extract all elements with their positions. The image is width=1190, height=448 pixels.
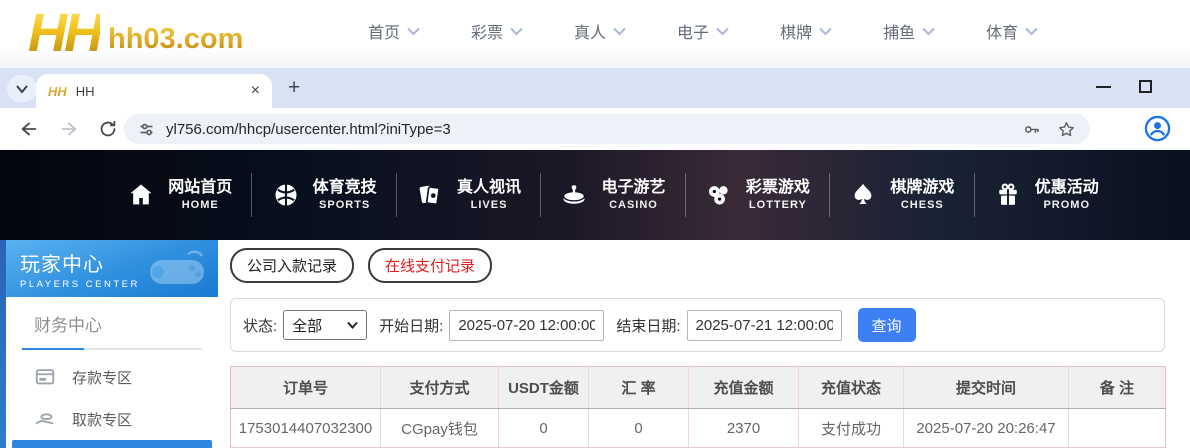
top-menu-item-slots[interactable]: 电子	[677, 19, 729, 43]
tab-favicon-icon: HH	[48, 84, 67, 99]
table-header-row: 订单号 支付方式 USDT金额 汇 率 充值金额 充值状态 提交时间 备 注	[231, 367, 1166, 409]
records-table: 订单号 支付方式 USDT金额 汇 率 充值金额 充值状态 提交时间 备 注 1…	[230, 366, 1166, 448]
chevron-down-icon	[407, 27, 420, 36]
records-table-panel: 订单号 支付方式 USDT金额 汇 率 充值金额 充值状态 提交时间 备 注 1…	[230, 366, 1165, 448]
col-remarks: 备 注	[1069, 367, 1166, 409]
withdraw-hand-icon	[34, 408, 56, 430]
top-menu: 首页 彩票 真人 电子 棋牌 捕鱼	[368, 0, 1038, 62]
record-type-tabs: 公司入款记录 在线支付记录	[230, 248, 492, 283]
tab-title: HH	[76, 84, 95, 99]
nav-item-lives[interactable]: 真人视讯LIVES	[397, 178, 540, 212]
col-recharge-amount: 充值金额	[689, 367, 799, 409]
cell-recharge-amount: 2370	[689, 409, 799, 448]
sidebar: 玩家中心 PLAYERS CENTER 财务中心 存款专区	[6, 240, 218, 448]
new-tab-button[interactable]: +	[288, 76, 300, 100]
top-menu-item-chess[interactable]: 棋牌	[780, 19, 832, 43]
start-date-label: 开始日期:	[379, 315, 443, 336]
table-row: 1753014407032300 CGpay钱包 0 0 2370 支付成功 2…	[231, 409, 1166, 448]
cell-order-number: 1753014407032300	[231, 409, 381, 448]
address-bar[interactable]: yl756.com/hhcp/usercenter.html?iniType=3	[124, 114, 1090, 144]
cell-exchange-rate: 0	[589, 409, 689, 448]
logo-domain-text: hh03.com	[108, 23, 243, 56]
lottery-balls-icon	[705, 181, 733, 209]
chevron-down-icon	[1025, 27, 1038, 36]
tab-search-button[interactable]	[7, 75, 37, 102]
profile-avatar-icon[interactable]	[1144, 115, 1171, 142]
chevron-down-icon	[819, 27, 832, 36]
chevron-down-icon	[15, 82, 29, 96]
sidebar-item-deposit[interactable]: 存款专区	[6, 356, 218, 398]
top-menu-item-live[interactable]: 真人	[574, 19, 626, 43]
top-menu-item-home[interactable]: 首页	[368, 19, 420, 43]
site-logo[interactable]: HH hh03.com	[28, 2, 243, 64]
chevron-down-icon	[922, 27, 935, 36]
logo-hh-text: HH	[28, 2, 100, 64]
col-submit-time: 提交时间	[904, 367, 1069, 409]
end-date-label: 结束日期:	[616, 315, 680, 336]
app-window: HH hh03.com 首页 彩票 真人 电子 棋牌	[0, 0, 1190, 448]
top-menu-item-fishing[interactable]: 捕鱼	[883, 19, 935, 43]
browser-tab-strip: HH HH × +	[0, 68, 1190, 108]
nav-item-casino[interactable]: 电子游艺CASINO	[541, 178, 684, 212]
cell-recharge-status: 支付成功	[799, 409, 904, 448]
roulette-icon	[560, 181, 588, 209]
home-icon	[127, 181, 155, 209]
game-nav-bar: 网站首页HOME 体育竞技SPORTS 真人视讯LIVES	[0, 150, 1190, 240]
window-maximize-button[interactable]	[1139, 80, 1152, 93]
browser-toolbar: yl756.com/hhcp/usercenter.html?iniType=3	[0, 108, 1190, 150]
main-content: 公司入款记录 在线支付记录 状态: 全部 开始日期: 结束日期: 查询	[218, 240, 1190, 448]
url-text[interactable]: yl756.com/hhcp/usercenter.html?iniType=3	[166, 121, 451, 138]
gamepad-icon	[144, 248, 210, 292]
site-settings-icon[interactable]	[138, 121, 155, 138]
nav-item-home[interactable]: 网站首页HOME	[108, 178, 251, 212]
reload-icon[interactable]	[97, 118, 119, 140]
sidebar-item-withdraw[interactable]: 取款专区	[6, 398, 218, 440]
status-label: 状态:	[243, 315, 277, 336]
col-usdt-amount: USDT金额	[499, 367, 589, 409]
online-payment-records-button[interactable]: 在线支付记录	[368, 248, 492, 283]
omnibox-actions	[1022, 120, 1076, 139]
top-menu-item-lottery[interactable]: 彩票	[471, 19, 523, 43]
browser-tab[interactable]: HH HH ×	[36, 74, 272, 108]
cards-icon	[416, 181, 444, 209]
company-deposit-records-button[interactable]: 公司入款记录	[230, 248, 354, 283]
chevron-down-icon	[716, 27, 729, 36]
cell-usdt-amount: 0	[499, 409, 589, 448]
status-select[interactable]: 全部	[283, 310, 367, 340]
query-button[interactable]: 查询	[858, 308, 916, 342]
cell-remarks	[1069, 409, 1166, 448]
col-order-number: 订单号	[231, 367, 381, 409]
gift-icon	[994, 181, 1022, 209]
col-recharge-status: 充值状态	[799, 367, 904, 409]
nav-item-chess[interactable]: 棋牌游戏CHESS	[830, 178, 973, 212]
nav-item-promo[interactable]: 优惠活动PROMO	[975, 178, 1118, 212]
chevron-down-icon	[613, 27, 626, 36]
site-header: HH hh03.com 首页 彩票 真人 电子 棋牌	[0, 0, 1190, 68]
col-payment-method: 支付方式	[381, 367, 499, 409]
password-key-icon[interactable]	[1022, 120, 1041, 139]
window-minimize-button[interactable]	[1096, 86, 1111, 88]
start-date-input[interactable]	[449, 310, 604, 341]
tab-close-icon[interactable]: ×	[251, 83, 260, 99]
nav-item-sports[interactable]: 体育竞技SPORTS	[252, 178, 395, 212]
cell-submit-time: 2025-07-20 20:26:47	[904, 409, 1069, 448]
filter-panel: 状态: 全部 开始日期: 结束日期: 查询	[230, 298, 1165, 352]
spade-icon	[849, 181, 877, 209]
sports-ball-icon	[272, 181, 300, 209]
deposit-card-icon	[34, 366, 56, 388]
players-center-banner: 玩家中心 PLAYERS CENTER	[6, 240, 218, 297]
nav-item-lottery[interactable]: 彩票游戏LOTTERY	[686, 178, 829, 212]
chevron-down-icon	[347, 321, 358, 329]
finance-section-title: 财务中心	[34, 311, 218, 336]
forward-icon[interactable]	[58, 118, 80, 140]
sidebar-item-recharge-records[interactable]: 充值记录 ›	[12, 440, 212, 448]
end-date-input[interactable]	[687, 310, 842, 341]
section-underline	[22, 348, 202, 350]
cell-payment-method: CGpay钱包	[381, 409, 499, 448]
col-exchange-rate: 汇 率	[589, 367, 689, 409]
chevron-down-icon	[510, 27, 523, 36]
bookmark-star-icon[interactable]	[1057, 120, 1076, 139]
top-menu-item-sports[interactable]: 体育	[986, 19, 1038, 43]
back-icon[interactable]	[18, 118, 40, 140]
